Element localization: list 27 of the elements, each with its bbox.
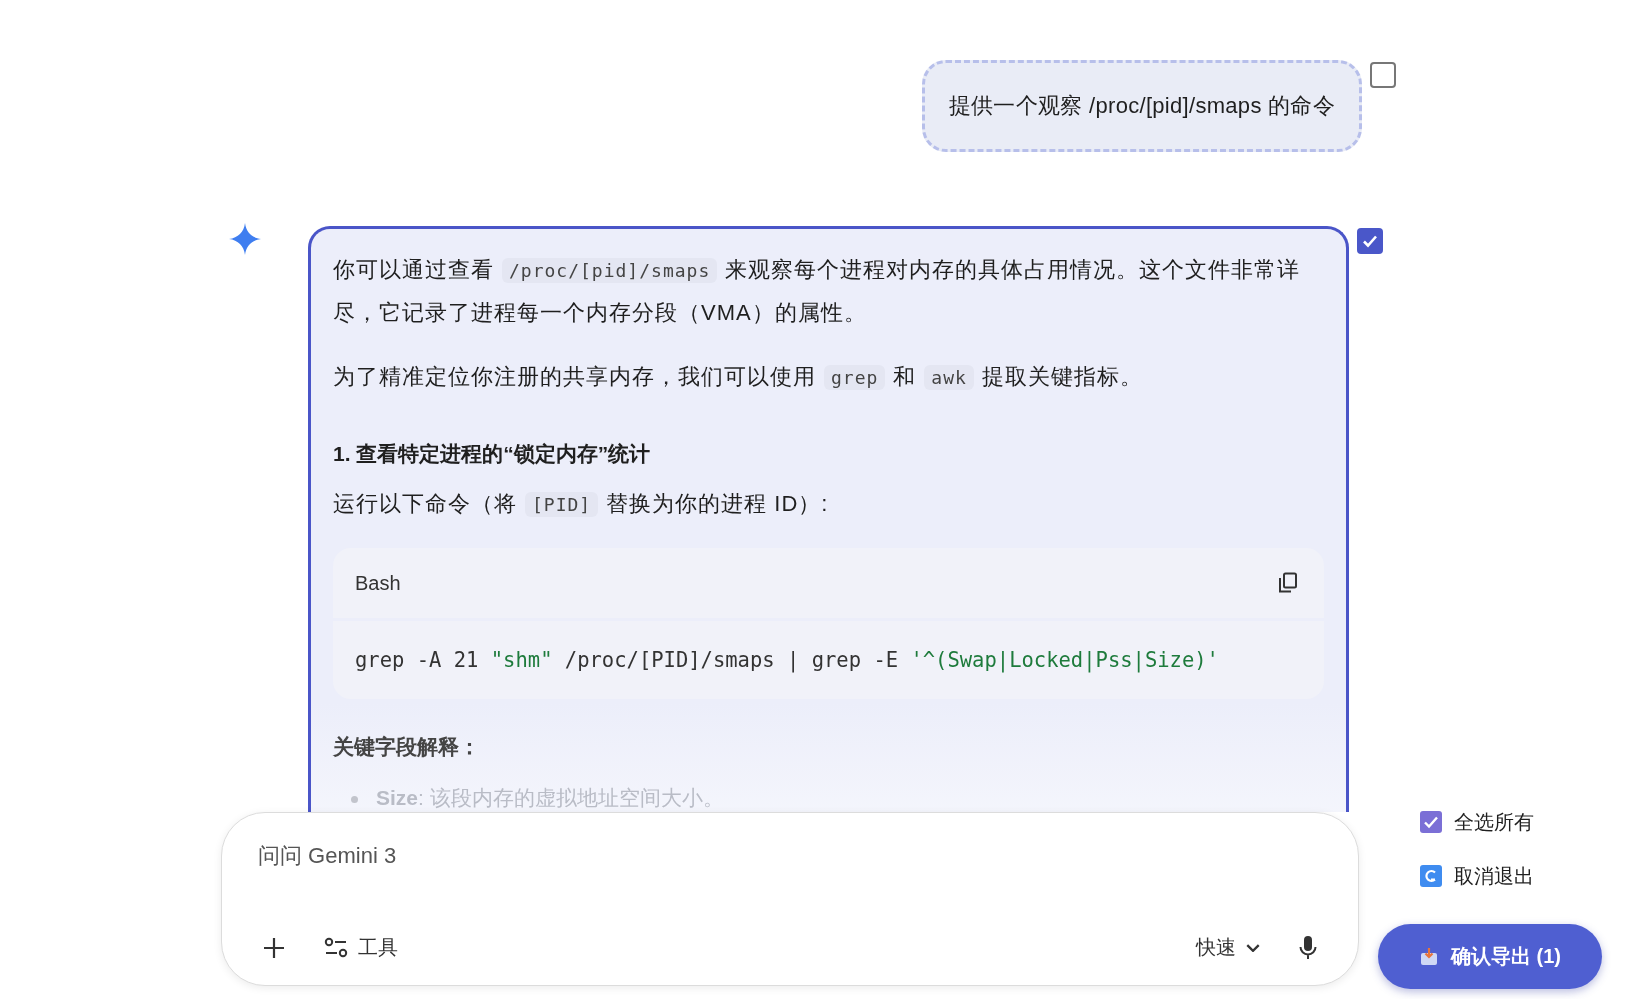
copy-icon[interactable] xyxy=(1278,572,1298,594)
paragraph: 运行以下命令（将 [PID] 替换为你的进程 ID）: xyxy=(333,490,830,519)
paragraph: 你可以通过查看 /proc/[pid]/smaps 来观察每个进程对内存的具体占用情况。这个文件非常详尽，它记录了进程每一个内存分段（VMA）的属性。 xyxy=(333,256,1302,327)
code-language-label: Bash xyxy=(355,571,401,595)
chevron-down-icon xyxy=(1246,943,1260,952)
subheading: 关键字段解释： xyxy=(333,734,481,760)
sliders-icon xyxy=(324,936,348,959)
section-heading: 1. 查看特定进程的“锁定内存”统计 xyxy=(333,441,652,467)
checkbox[interactable] xyxy=(1357,228,1383,254)
paragraph: 为了精准定位你注册的共享内存，我们可以使用 grep 和 awk 提取关键指标。 xyxy=(333,363,1144,392)
cancel-button[interactable]: 取消退出 xyxy=(1378,862,1644,890)
prompt-input[interactable]: 问问 Gemini 3 xyxy=(258,843,1322,869)
bullet-dot xyxy=(351,796,358,803)
checkbox[interactable] xyxy=(1370,62,1396,88)
select-all-button[interactable]: 全选所有 xyxy=(1378,808,1644,836)
microphone-icon xyxy=(1298,934,1318,961)
undo-icon xyxy=(1420,865,1442,887)
sparkle-icon xyxy=(228,222,262,256)
list-item-text: Size: 该段内存的虚拟地址空间大小。 xyxy=(376,785,724,811)
checkbox[interactable] xyxy=(1420,811,1442,833)
user-message-bubble: 提供一个观察 /proc/[pid]/smaps 的命令 xyxy=(921,60,1362,152)
plus-icon xyxy=(262,935,286,960)
prompt-input-box[interactable]: 问问 Gemini 3 工具 快速 xyxy=(221,812,1359,986)
confirm-export-button[interactable]: 确认导出 (1) xyxy=(1378,924,1602,989)
download-icon xyxy=(1419,946,1439,967)
mode-dropdown[interactable]: 快速 xyxy=(1192,930,1264,965)
tools-button[interactable]: 工具 xyxy=(320,930,402,965)
